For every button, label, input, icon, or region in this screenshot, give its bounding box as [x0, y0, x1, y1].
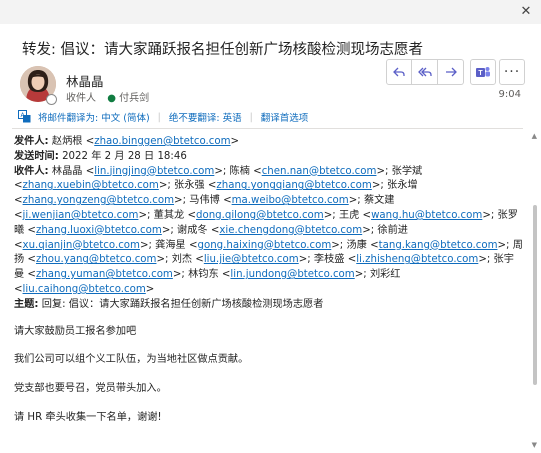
recipient-email-link[interactable]: tang.kang@btetco.com	[379, 240, 498, 251]
recipient-name: 张永强	[174, 180, 205, 192]
recipient-email-link[interactable]: ji.wenjian@btetco.com	[23, 210, 139, 221]
window-top-strip	[0, 0, 541, 24]
to-label: 收件人:	[14, 165, 49, 177]
recipient-name: 谢成冬	[177, 224, 208, 236]
translation-bar: A 将邮件翻译为: 中文 (简体) | 绝不要翻译: 英语 | 翻译首选项	[18, 110, 308, 124]
teams-icon: T	[476, 67, 490, 77]
reply-actions-group	[386, 59, 464, 85]
to-line: 收件人: 林晶晶 <lin.jingjing@btetco.com>; 陈楠 <…	[14, 165, 523, 295]
recipient-email-link[interactable]: lin.jingjing@btetco.com	[94, 166, 214, 177]
reply-button[interactable]	[386, 59, 412, 85]
sender-display-name[interactable]: 林晶晶	[66, 71, 104, 90]
presence-status-icon	[46, 94, 57, 105]
recipient-email-link[interactable]: liu.caihong@btetco.com	[23, 284, 146, 295]
from-label: 发件人:	[14, 136, 49, 147]
recipient-email-link[interactable]: ma.weibo@btetco.com	[232, 195, 349, 206]
message-body: 发件人: 赵炳根 <zhao.binggen@btetco.com> 发送时间:…	[14, 135, 524, 426]
recipient-email-link[interactable]: liu.jie@btetco.com	[204, 254, 299, 265]
from-email-link[interactable]: zhao.binggen@btetco.com	[94, 136, 230, 147]
check-icon: ●	[107, 93, 116, 104]
subject-value: 回复: 倡议：请大家踊跃报名担任创新广场核酸检测现场志愿者	[41, 298, 324, 310]
recipient-email-link[interactable]: zhang.yongzeng@btetco.com	[23, 195, 175, 206]
recipient-name: 马伟博	[189, 195, 220, 207]
body-paragraph: 请大家鼓励员工报名参加吧	[14, 325, 137, 337]
recipient-name: 徐前进	[377, 224, 408, 236]
recipient-label: 收件人	[66, 93, 96, 104]
reply-all-icon	[417, 67, 432, 77]
body-paragraph: 请 HR 牵头收集一下名单，谢谢!	[14, 411, 162, 423]
recipient-email-link[interactable]: zhang.luoxi@btetco.com	[36, 225, 162, 236]
recipient-name: 王虎	[338, 209, 360, 221]
reply-all-button[interactable]	[412, 59, 438, 85]
recipient-name: 张永增	[387, 180, 418, 192]
scrollbar-thumb[interactable]	[533, 205, 537, 385]
recipient-name: 张学斌	[391, 165, 423, 177]
sent-line: 发送时间: 2022 年 2 月 28 日 18:46	[14, 150, 524, 165]
sent-value: 2022 年 2 月 28 日 18:46	[62, 150, 187, 162]
forward-icon	[445, 67, 457, 77]
never-translate-link[interactable]: 绝不要翻译: 英语	[169, 110, 242, 124]
recipient-name: 林晶晶	[51, 165, 83, 177]
svg-text:T: T	[478, 70, 483, 77]
from-line: 发件人: 赵炳根 <zhao.binggen@btetco.com>	[14, 136, 240, 147]
recipient-email-link[interactable]: lin.jundong@btetco.com	[230, 269, 354, 280]
recipient-email-link[interactable]: zhou.yang@btetco.com	[36, 254, 157, 265]
recipient-name[interactable]: 付兵剑	[119, 93, 149, 104]
recipient-name: 林钧东	[188, 269, 219, 281]
recipient-name: 董其龙	[153, 209, 185, 221]
body-paragraph: 党支部也要号召，党员带头加入。	[14, 383, 167, 395]
header-divider	[12, 128, 523, 129]
subject-label: 主题:	[14, 298, 39, 310]
recipient-email-link[interactable]: dong.qilong@btetco.com	[196, 210, 324, 221]
recipient-email-link[interactable]: zhang.yuman@btetco.com	[36, 269, 173, 280]
message-subject: 转发: 倡议：请大家踊跃报名担任创新广场核酸检测现场志愿者	[22, 42, 423, 58]
recipient-name: 李枝盛	[313, 254, 345, 266]
recipient-name: 陈楠	[229, 165, 250, 177]
translate-icon: A	[18, 110, 32, 124]
separator: |	[249, 111, 253, 123]
recipient-name: 汤康	[346, 239, 367, 251]
recipient-email-link[interactable]: xu.qianjin@btetco.com	[23, 240, 140, 251]
recipient-name: 刘彩红	[369, 269, 401, 281]
scroll-up-arrow-icon[interactable]: ▲	[532, 132, 537, 140]
teams-button[interactable]: T	[470, 59, 496, 85]
message-time: 9:04	[498, 89, 521, 100]
reply-icon	[393, 67, 405, 77]
from-name: 赵炳根	[51, 136, 83, 147]
scroll-down-arrow-icon[interactable]: ▼	[532, 441, 537, 449]
recipient-email-link[interactable]: zhang.yongqiang@btetco.com	[216, 180, 371, 191]
recipient-email-link[interactable]: chen.nan@btetco.com	[262, 166, 377, 177]
recipient-email-link[interactable]: xie.chengdong@btetco.com	[219, 225, 362, 236]
translation-preferences-link[interactable]: 翻译首选项	[261, 110, 309, 124]
recipient-email-link[interactable]: gong.haixing@btetco.com	[198, 240, 332, 251]
body-paragraph: 我们公司可以组个义工队伍，为当地社区做点贡献。	[14, 354, 249, 366]
sent-label: 发送时间:	[14, 150, 59, 162]
close-icon[interactable]: ✕	[519, 5, 533, 19]
recipient-email-link[interactable]: li.zhisheng@btetco.com	[356, 254, 478, 265]
subject-line: 主题: 回复: 倡议：请大家踊跃报名担任创新广场核酸检测现场志愿者	[14, 298, 524, 313]
recipient-row: 收件人 ● 付兵剑	[66, 89, 149, 104]
recipient-email-link[interactable]: zhang.xuebin@btetco.com	[23, 180, 159, 191]
recipient-name: 蔡文建	[363, 195, 395, 207]
recipient-name: 刘杰	[171, 254, 193, 266]
recipient-email-link[interactable]: wang.hu@btetco.com	[371, 210, 482, 221]
separator: |	[157, 111, 161, 123]
translate-message-link[interactable]: 将邮件翻译为: 中文 (简体)	[38, 110, 150, 124]
forward-button[interactable]	[438, 59, 464, 85]
recipient-name: 龚海星	[155, 239, 186, 251]
more-actions-button[interactable]: ···	[499, 59, 525, 85]
